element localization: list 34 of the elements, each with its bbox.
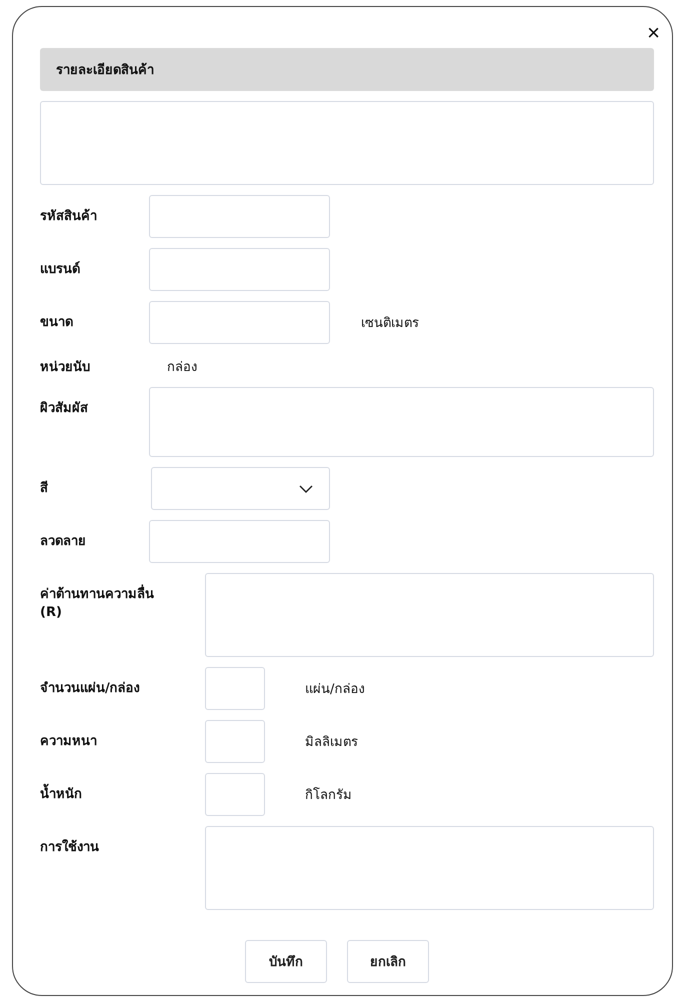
input-field[interactable] <box>205 720 265 763</box>
section-header: รายละเอียดสินค้า <box>40 48 654 91</box>
text-area[interactable] <box>205 826 654 910</box>
dropdown[interactable] <box>151 467 330 510</box>
text-area[interactable] <box>40 101 654 185</box>
field-label: การใช้งาน <box>40 838 100 857</box>
unit-label: แผ่น/กล่อง <box>305 681 364 699</box>
input-field[interactable] <box>149 301 330 344</box>
input-field[interactable] <box>149 520 330 563</box>
unit-label: กิโลกรัม <box>305 786 352 805</box>
field-label: แบรนด์ <box>40 260 81 279</box>
input-field[interactable] <box>205 773 265 816</box>
input-field[interactable] <box>149 195 330 238</box>
action-button[interactable]: ยกเลิก <box>347 940 429 983</box>
field-label: สี <box>40 480 49 498</box>
chevron-down-icon <box>299 484 313 492</box>
field-label: ความหนา <box>40 733 98 751</box>
text-area[interactable] <box>149 387 654 457</box>
field-value: กล่อง <box>167 359 197 377</box>
input-field[interactable] <box>205 667 265 710</box>
field-label: รหัสสินค้า <box>40 208 98 226</box>
unit-label: มิลลิเมตร <box>305 734 358 752</box>
field-label: ค่าต้านทานความลื่น (R) <box>40 573 175 622</box>
field-label: ลวดลาย <box>40 533 87 551</box>
unit-label: เซนติเมตร <box>361 315 419 333</box>
field-label: หน่วยนับ <box>40 359 91 377</box>
input-field[interactable] <box>149 248 330 291</box>
field-label: ผิวสัมผัส <box>40 400 89 418</box>
field-label: น้ำหนัก <box>40 773 175 804</box>
close-button[interactable]: × <box>645 24 662 42</box>
field-label: จำนวนแผ่น/กล่อง <box>40 680 141 698</box>
text-area[interactable] <box>205 573 654 657</box>
action-button[interactable]: บันทึก <box>245 940 327 983</box>
field-label: ขนาด <box>40 314 74 332</box>
